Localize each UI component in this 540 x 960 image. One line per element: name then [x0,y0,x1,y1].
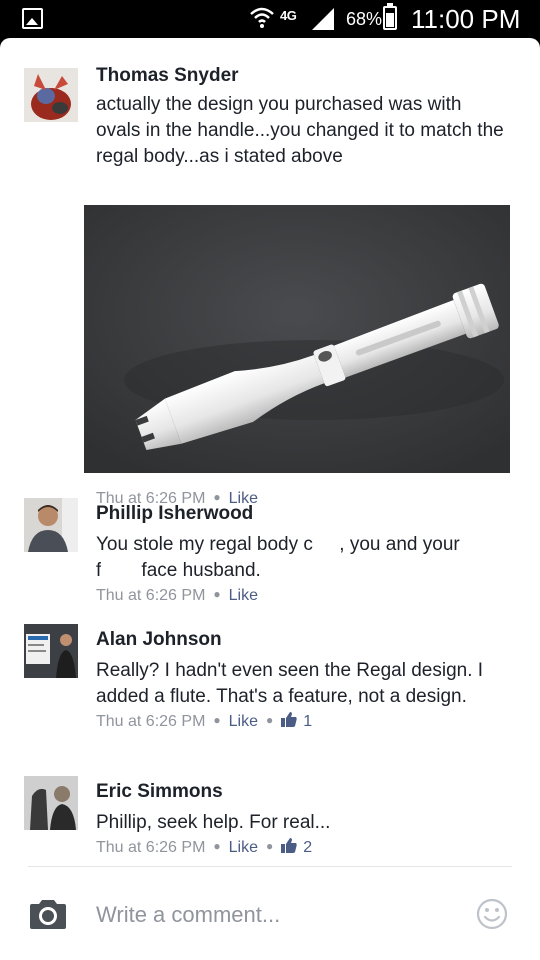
network-type: 4G [280,8,297,23]
comment-body: Eric Simmons Phillip, seek help. For rea… [96,780,510,859]
comment-meta: Thu at 6:26 PM ● Like ● 2 [96,837,510,859]
wifi-icon [250,7,274,28]
redacted-word: ugly [101,558,137,584]
signal-icon [312,8,334,30]
separator-dot: ● [213,713,221,727]
composer-divider [28,866,512,867]
comment-author[interactable]: Alan Johnson [96,628,510,652]
comment-text: Phillip, seek help. For real... [96,812,331,833]
separator-dot: ● [213,587,221,601]
comment-body: Thomas Snyder actually the design you pu… [96,64,510,170]
battery-level [386,13,394,27]
status-bar: 4G 68% 11:00 PM [0,0,540,38]
comment-text-part: face husband. [136,560,261,581]
comment-text: Really? I hadn't even seen the Regal des… [96,660,484,707]
like-button[interactable]: Like [229,713,258,730]
lightsaber-hilt-render [84,205,510,473]
comments-sheet: Thomas Snyder actually the design you pu… [0,38,540,960]
battery-percent: 68% [346,9,383,29]
battery-icon [383,3,397,30]
smiley-icon[interactable] [476,898,508,930]
avatar[interactable] [24,68,78,122]
comment-author[interactable]: Eric Simmons [96,780,510,804]
avatar-image [24,776,78,830]
reaction-count[interactable]: 2 [303,839,312,856]
comment-author[interactable]: Phillip Isherwood [96,502,510,526]
clock: 11:00 PM [411,4,521,34]
comment-body: Alan Johnson Really? I hadn't even seen … [96,628,510,733]
comment-attachment-image[interactable] [84,205,510,473]
comment-timestamp[interactable]: Thu at 6:26 PM [96,713,205,730]
separator-dot: ● [213,839,221,853]
avatar[interactable] [24,776,78,830]
comment-meta: Thu at 6:26 PM ● Like ● 1 [96,711,510,733]
like-button[interactable]: Like [229,587,258,604]
separator-dot: ● [266,839,274,853]
separator-dot: ● [266,713,274,727]
comment-input[interactable] [96,898,456,932]
comment-text-part: You stole my regal body c [96,534,313,555]
comment-timestamp[interactable]: Thu at 6:26 PM [96,839,205,856]
comment-timestamp[interactable]: Thu at 6:26 PM [96,587,205,604]
like-button[interactable]: Like [229,839,258,856]
avatar[interactable] [24,624,78,678]
comment-body: Phillip Isherwood You stole my regal bod… [96,502,510,607]
comment-text: You stole my regal body cunt, you and yo… [96,532,510,584]
camera-icon[interactable] [28,898,68,930]
comment-meta: Thu at 6:26 PM ● Like [96,585,510,607]
avatar-image [24,498,78,552]
avatar-image [24,624,78,678]
comment-composer [0,868,540,960]
gallery-icon [22,8,43,29]
avatar[interactable] [24,498,78,552]
comment-item: Phillip Isherwood You stole my regal bod… [0,498,540,608]
avatar-image [24,68,78,122]
comment-author[interactable]: Thomas Snyder [96,64,510,88]
reaction-count[interactable]: 1 [303,713,312,730]
redacted-word: unt [312,532,340,558]
thumbs-up-icon[interactable] [281,838,297,853]
comment-item: Thomas Snyder actually the design you pu… [0,64,540,507]
comment-item: Eric Simmons Phillip, seek help. For rea… [0,776,540,866]
thumbs-up-icon[interactable] [281,712,297,727]
comment-item: Alan Johnson Really? I hadn't even seen … [0,624,540,764]
comment-text: actually the design you purchased was wi… [96,94,504,167]
comment-text-part: , you and your [339,534,460,555]
